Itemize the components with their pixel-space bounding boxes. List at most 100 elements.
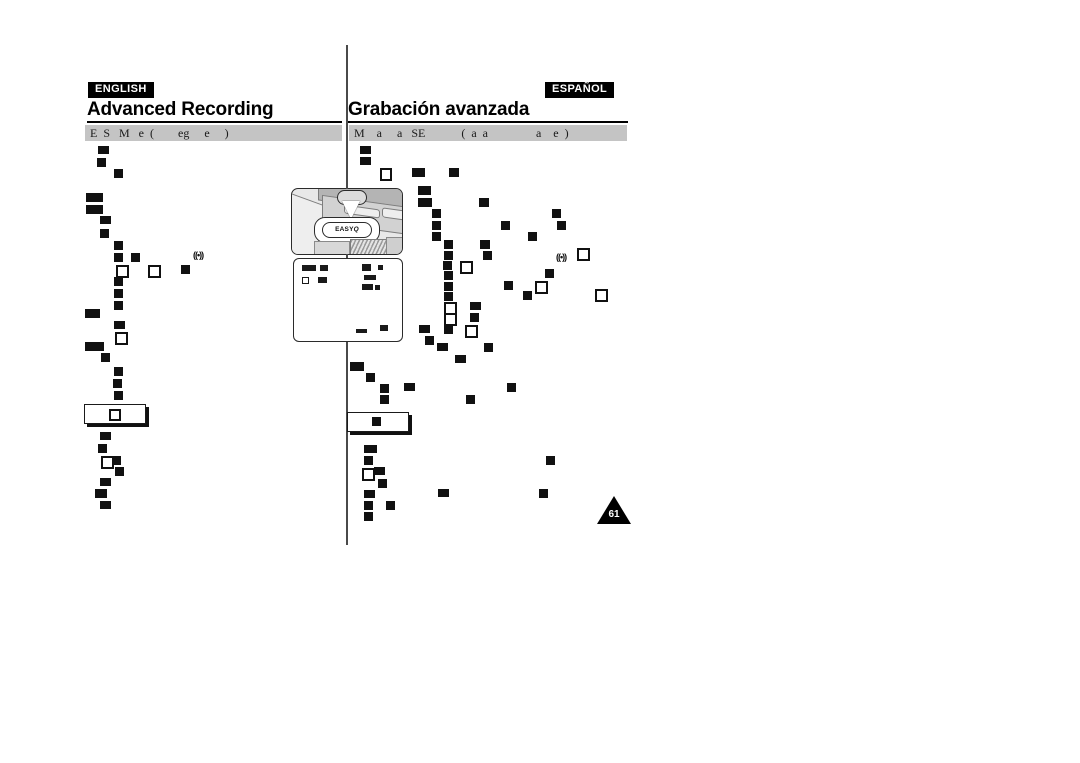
section-title-spanish: Grabación avanzada [348,99,530,120]
text-fragment [479,198,489,207]
text-fragment [100,501,111,509]
text-fragment [501,221,510,230]
text-fragment [366,373,375,382]
note-box-spanish [347,412,409,432]
text-fragment [350,362,364,371]
text-fragment [432,209,441,218]
lcd-display-panel [293,258,403,342]
lcd-indicator-icon [375,285,380,290]
text-fragment [148,265,161,278]
subheading-text-spanish: M a a SE ( a a a e ) [354,126,569,140]
text-fragment [364,456,373,465]
text-fragment [484,343,493,352]
text-fragment [378,479,387,488]
language-badge-spanish: ESPAÑOL [545,82,615,98]
text-fragment [86,193,103,202]
lcd-indicator-icon [380,325,388,331]
audio-wave-icon-spanish: ((•)) [556,252,567,262]
text-fragment [444,240,453,249]
text-fragment [466,395,475,404]
lcd-indicator-icon [364,275,376,280]
subheading-text-english: E S M e ( eg e ) [90,126,229,140]
text-fragment [523,291,532,300]
text-fragment [114,241,123,250]
text-fragment [437,343,448,351]
text-fragment [380,168,392,181]
text-fragment [98,146,109,154]
text-fragment [535,281,548,294]
text-fragment [470,302,481,310]
easy-q-label: EASYQ [323,226,371,233]
text-fragment [504,281,513,290]
text-fragment [546,456,555,465]
text-fragment [418,186,431,195]
text-fragment [114,391,123,400]
text-fragment [100,478,111,486]
leader-line-top [346,165,348,189]
camcorder-textured-strip [350,239,388,254]
text-fragment [465,325,478,338]
section-title-english: Advanced Recording [87,99,274,120]
text-fragment [552,209,561,218]
text-fragment [112,456,121,465]
text-fragment [444,325,453,334]
text-fragment [528,232,537,241]
lcd-indicator-icon [356,329,367,333]
text-fragment [114,253,123,262]
text-fragment [577,248,590,261]
text-fragment [443,261,452,270]
text-fragment [455,355,466,363]
note-box-english [84,404,146,424]
text-fragment [113,379,122,388]
text-fragment [364,512,373,521]
text-fragment [470,313,479,322]
text-fragment [460,261,473,274]
text-fragment [539,489,548,498]
text-fragment [114,277,123,286]
text-fragment [114,169,123,178]
text-fragment [364,445,377,453]
text-fragment [114,289,123,298]
text-fragment [97,158,106,167]
lcd-indicator-icon [362,284,373,290]
text-fragment [404,383,415,391]
text-fragment [374,467,385,475]
language-badge-english: ENGLISH [88,82,154,98]
illustration-frame: EASYQ [291,188,403,255]
text-fragment [444,292,453,301]
text-fragment [86,205,103,214]
text-fragment [100,216,111,224]
text-fragment [100,432,111,440]
page-number-text: 61 [608,509,620,520]
text-fragment [432,221,441,230]
text-fragment [360,146,371,154]
text-fragment [380,384,389,393]
text-fragment [438,489,449,497]
camcorder-grip-right [386,237,402,254]
text-fragment [360,157,371,165]
lcd-indicator-icon [378,265,383,270]
lcd-indicator-icon [362,264,371,271]
text-fragment [432,232,441,241]
page-number-badge: 61 [597,496,631,524]
text-fragment [115,332,128,345]
text-fragment [85,309,100,318]
title-rule-english [87,121,342,123]
text-fragment [95,489,107,498]
text-fragment [425,336,434,345]
easy-q-callout-inner: EASYQ [322,222,372,238]
text-fragment [449,168,459,177]
note-box-glyph [372,417,381,426]
text-fragment [131,253,140,262]
text-fragment [181,265,190,274]
camcorder-grip-left [314,241,350,254]
text-fragment [595,289,608,302]
text-fragment [380,395,389,404]
text-fragment [507,383,516,392]
easy-q-suffix: Q [353,225,359,233]
lcd-indicator-icon [302,265,316,271]
text-fragment [444,251,453,260]
text-fragment [483,251,492,260]
text-fragment [419,325,430,333]
text-fragment [364,490,375,498]
